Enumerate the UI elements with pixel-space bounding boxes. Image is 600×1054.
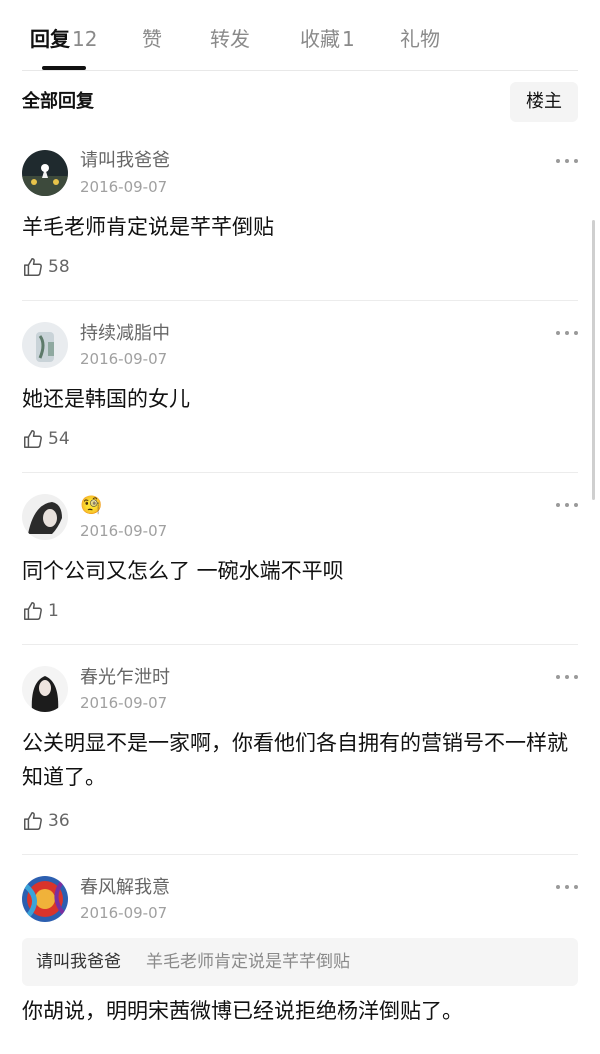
username[interactable]: 春光乍泄时 [80,666,170,690]
scrollbar[interactable] [592,220,595,500]
tab-label: 礼物 [400,27,440,51]
comment-text: 羊毛老师肯定说是芊芊倒贴 [22,215,274,239]
more-dots-icon[interactable] [554,156,580,166]
divider [22,472,578,473]
tab-count: 12 [72,27,98,51]
tab-label: 赞 [142,27,162,51]
divider [22,300,578,301]
avatar[interactable] [22,150,68,196]
comment-date: 2016-09-07 [80,178,168,196]
thumbs-up-icon [24,812,42,830]
tab-gifts[interactable]: 礼物 [400,24,440,54]
tab-count: 1 [342,27,355,51]
divider [22,70,578,71]
username-emoji: 🧐 [80,495,103,516]
comment-date: 2016-09-07 [80,350,168,368]
tab-label: 回复 [30,27,70,51]
comment-date: 2016-09-07 [80,522,168,540]
more-dots-icon[interactable] [554,500,580,510]
comment-date: 2016-09-07 [80,694,168,712]
divider [22,644,578,645]
thumbs-up-icon [24,430,42,448]
more-dots-icon[interactable] [554,882,580,892]
avatar[interactable] [22,494,68,540]
username[interactable]: 持续减脂中 [80,322,170,346]
tab-favorites[interactable]: 收藏 1 [300,24,355,54]
avatar[interactable] [22,666,68,712]
username[interactable]: 请叫我爸爸 [80,149,170,173]
comment-text: 她还是韩国的女儿 [22,387,190,411]
tab-label: 收藏 [300,27,340,51]
more-dots-icon[interactable] [554,328,580,338]
comment-text: 同个公司又怎么了 一碗水端不平呗 [22,559,344,583]
like-count: 36 [48,811,70,831]
tab-reposts[interactable]: 转发 [210,24,250,54]
comment-date: 2016-09-07 [80,904,168,922]
avatar[interactable] [22,322,68,368]
comment-text: 公关明显不是一家啊，你看他们各自拥有的营销号不一样就知道了。 [22,731,568,789]
like-count: 1 [48,601,59,621]
quoted-text: 羊毛老师肯定说是芊芊倒贴 [146,952,350,972]
quoted-username[interactable]: 请叫我爸爸 [36,950,121,974]
thumbs-up-icon [24,258,42,276]
tab-likes[interactable]: 赞 [142,24,162,54]
tab-bar: 回复 12 赞 转发 收藏 1 礼物 [0,0,600,70]
like-count: 54 [48,429,70,449]
avatar[interactable] [22,876,68,922]
comment-text: 你胡说，明明宋茜微博已经说拒绝杨洋倒贴了。 [22,999,463,1023]
quoted-reply[interactable]: 请叫我爸爸 羊毛老师肯定说是芊芊倒贴 [22,938,578,986]
author-filter-button[interactable]: 楼主 [510,82,578,122]
more-dots-icon[interactable] [554,672,580,682]
section-title: 全部回复 [22,91,94,112]
thumbs-up-icon [24,602,42,620]
username[interactable]: 🧐 [80,494,102,518]
tab-replies[interactable]: 回复 12 [30,24,97,54]
username[interactable]: 春风解我意 [80,876,170,900]
divider [22,854,578,855]
like-count: 58 [48,257,70,277]
tab-label: 转发 [210,27,250,51]
